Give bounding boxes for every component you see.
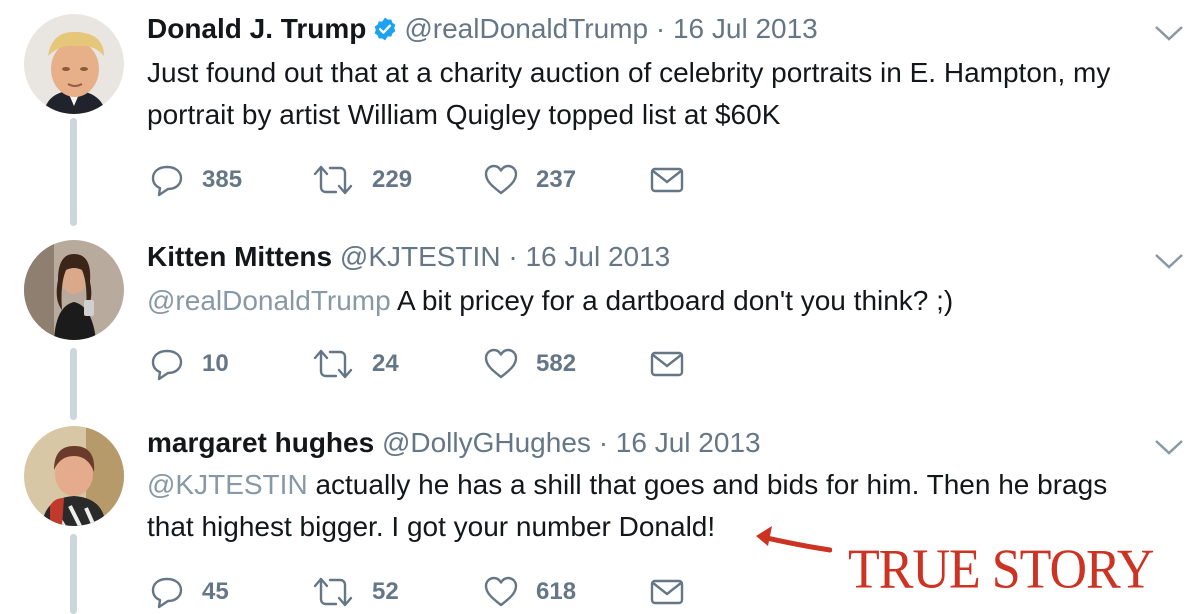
- avatar[interactable]: [24, 426, 124, 526]
- reply-count: 45: [202, 578, 229, 605]
- like-button[interactable]: 618: [484, 572, 576, 612]
- annotation-arrow-icon: [756, 526, 832, 553]
- like-button[interactable]: 582: [484, 344, 576, 384]
- tweet-date[interactable]: 16 Jul 2013: [616, 427, 761, 458]
- reply-button[interactable]: 45: [150, 572, 229, 612]
- tweet-header: Donald J. Trump @realDonaldTrump · 16 Jul…: [147, 12, 818, 46]
- retweet-count: 24: [372, 350, 399, 377]
- author-handle[interactable]: @DollyGHughes: [382, 427, 591, 458]
- reply-button[interactable]: 385: [150, 160, 242, 200]
- reply-icon: [151, 349, 183, 381]
- author-name[interactable]: margaret hughes: [147, 427, 374, 458]
- verified-badge-icon: [375, 17, 396, 41]
- tweet-date[interactable]: 16 Jul 2013: [673, 13, 818, 44]
- annotation-label: TRUE STORY: [848, 539, 1154, 601]
- avatar[interactable]: [24, 240, 124, 340]
- retweet-icon: [313, 165, 353, 195]
- avatar-trump-icon: [24, 14, 124, 114]
- retweet-count: 52: [372, 578, 399, 605]
- separator-dot: ·: [508, 241, 518, 272]
- retweet-icon: [313, 349, 353, 379]
- like-count: 618: [536, 578, 577, 605]
- retweet-button[interactable]: 24: [312, 344, 399, 384]
- heart-icon: [484, 164, 518, 195]
- reply-button[interactable]: 10: [150, 344, 229, 384]
- direct-message-button[interactable]: [650, 160, 684, 200]
- retweet-button[interactable]: 52: [312, 572, 399, 612]
- reply-count: 385: [202, 166, 243, 193]
- separator-dot: ·: [598, 427, 609, 458]
- avatar-margaret-icon: [24, 426, 124, 526]
- like-count: 237: [536, 166, 577, 193]
- mention-link[interactable]: @realDonaldTrump: [147, 285, 391, 316]
- reply-icon: [151, 577, 183, 609]
- tweet-text: Just found out that at a charity auction…: [147, 52, 1110, 136]
- direct-message-button[interactable]: [650, 344, 684, 384]
- tweet-date[interactable]: 16 Jul 2013: [525, 241, 670, 272]
- chevron-down-icon[interactable]: [1152, 250, 1186, 272]
- avatar[interactable]: [24, 14, 124, 114]
- envelope-icon: [650, 579, 684, 605]
- reply-icon: [151, 165, 183, 197]
- author-name[interactable]: Kitten Mittens: [147, 241, 332, 272]
- retweet-count: 229: [372, 166, 413, 193]
- retweet-icon: [313, 577, 353, 607]
- envelope-icon: [650, 167, 684, 193]
- chevron-down-icon[interactable]: [1152, 436, 1186, 458]
- retweet-button[interactable]: 229: [312, 160, 412, 200]
- tweet-text-line: actually he has a shill that goes and bi…: [307, 469, 1108, 500]
- tweet[interactable]: Kitten Mittens @KJTESTIN · 16 Jul 2013 @…: [0, 228, 1200, 418]
- author-name[interactable]: Donald J. Trump: [147, 13, 366, 44]
- like-button[interactable]: 237: [484, 160, 576, 200]
- heart-icon: [484, 348, 518, 379]
- author-handle[interactable]: @realDonaldTrump: [404, 13, 648, 44]
- tweet-text: @realDonaldTrump A bit pricey for a dart…: [147, 280, 953, 322]
- avatar-kitten-icon: [24, 240, 124, 340]
- heart-icon: [484, 576, 518, 607]
- mention-link[interactable]: @KJTESTIN: [147, 469, 308, 500]
- tweet-text-line: portrait by artist William Quigley toppe…: [147, 99, 781, 130]
- chevron-down-icon[interactable]: [1152, 22, 1186, 44]
- author-handle[interactable]: @KJTESTIN: [340, 241, 501, 272]
- tweet-header: margaret hughes @DollyGHughes · 16 Jul 2…: [147, 426, 761, 460]
- tweet-header: Kitten Mittens @KJTESTIN · 16 Jul 2013: [147, 240, 670, 274]
- tweet-text-line: Just found out that at a charity auction…: [147, 57, 1111, 88]
- tweet-text: @KJTESTIN actually he has a shill that g…: [147, 464, 1107, 548]
- direct-message-button[interactable]: [650, 572, 684, 612]
- reply-count: 10: [202, 350, 229, 377]
- envelope-icon: [650, 351, 684, 377]
- tweet[interactable]: Donald J. Trump @realDonaldTrump · 16 Jul…: [0, 0, 1200, 210]
- separator-dot: ·: [655, 13, 666, 44]
- tweet-text-line: A bit pricey for a dartboard don't you t…: [396, 285, 954, 316]
- like-count: 582: [536, 350, 577, 377]
